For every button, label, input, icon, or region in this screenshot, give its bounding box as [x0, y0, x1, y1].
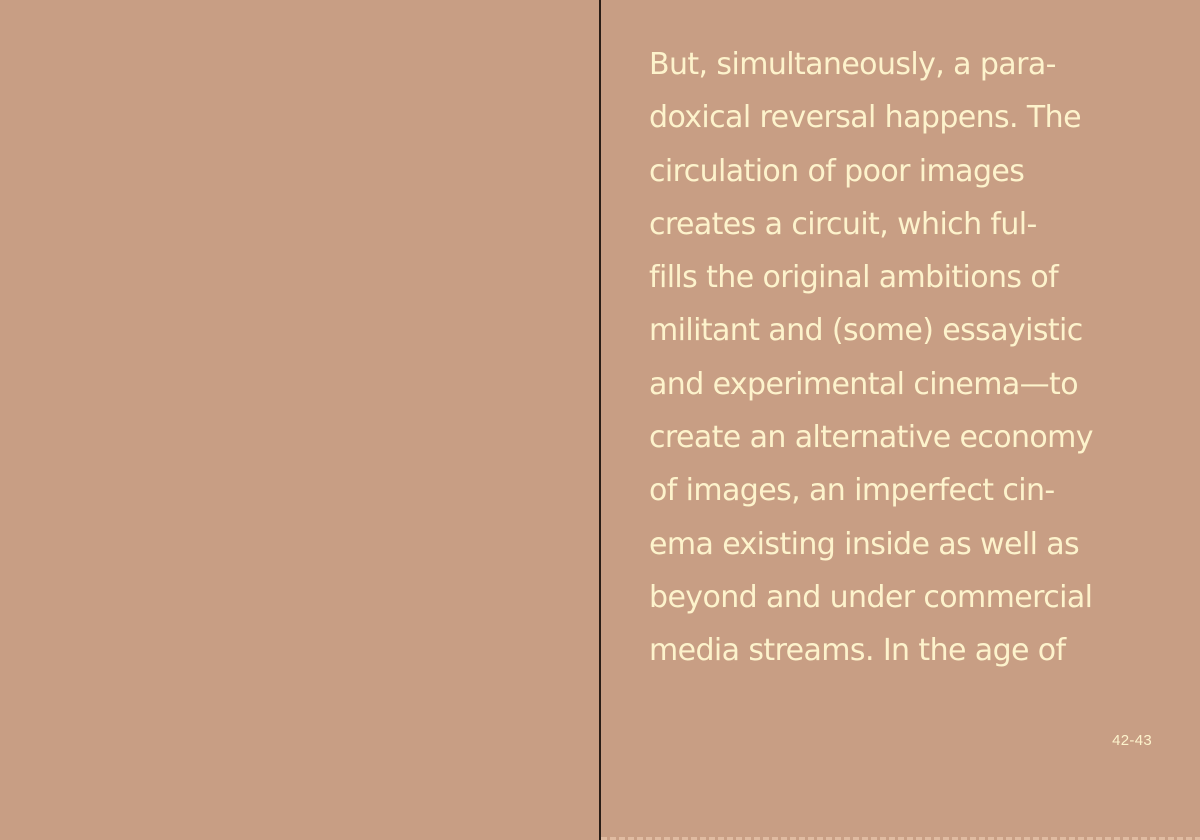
text-line: doxical reversal happens. The [649, 100, 1082, 136]
text-line: and experimental cinema—to [649, 366, 1079, 402]
text-line: beyond and under commercial [649, 579, 1093, 615]
text-line: ema existing inside as well as [649, 526, 1080, 562]
text-line: of images, an imperfect cin- [649, 473, 1055, 509]
text-line: militant and (some) essayistic [649, 313, 1083, 349]
text-line: creates a circuit, which ful- [649, 206, 1037, 242]
text-line: media streams. In the age of [649, 633, 1066, 669]
text-line: fills the original ambitions of [649, 260, 1059, 296]
left-page [0, 0, 599, 840]
right-page: But, simultaneously, a para- doxical rev… [601, 0, 1200, 840]
body-text: But, simultaneously, a para- doxical rev… [649, 38, 1169, 678]
text-line: create an alternative economy [649, 420, 1094, 456]
text-line: circulation of poor images [649, 153, 1025, 189]
page-number: 42-43 [1112, 732, 1152, 749]
text-line: But, simultaneously, a para- [649, 47, 1056, 82]
book-spread: But, simultaneously, a para- doxical rev… [0, 0, 1200, 840]
